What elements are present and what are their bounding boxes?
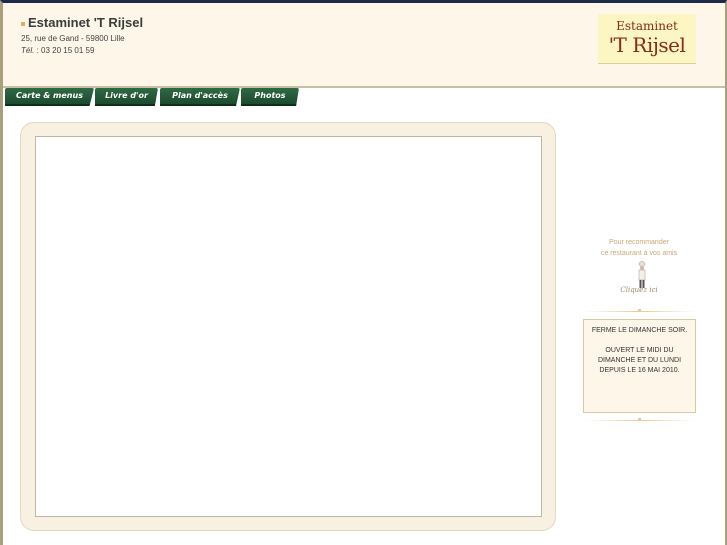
notice-line4: DEPUIS LE 16 MAI 2010.	[599, 367, 680, 374]
divider-bottom-dot	[638, 418, 641, 421]
site-header: Estaminet 'T Rijsel 25, rue de Gand - 59…	[3, 3, 725, 88]
logo-line2: 'T Rijsel	[608, 33, 686, 57]
main-nav: Carte & menus Livre d'or Plan d'accès Ph…	[3, 88, 333, 106]
phone-number: : 03 20 15 01 59	[34, 46, 95, 55]
recommend-line2: ce restaurant à vos amis	[600, 250, 678, 257]
phone-label: Tél.	[21, 46, 35, 55]
title-bullet	[21, 22, 25, 26]
logo[interactable]: Estaminet 'T Rijsel	[598, 14, 696, 64]
tab-livre-dor[interactable]: Livre d'or	[95, 88, 158, 106]
tab-photos[interactable]: Photos	[241, 88, 299, 106]
recommend-line1: Pour recommander	[609, 239, 669, 246]
content-area	[35, 136, 542, 517]
content-frame	[20, 122, 556, 531]
phone-text: Tél. : 03 20 15 01 59	[21, 46, 94, 55]
site-title: Estaminet 'T Rijsel	[28, 15, 144, 30]
click-here-link[interactable]: Cliquez ici	[614, 286, 664, 294]
address-text: 25, rue de Gand - 59800 Lille	[21, 34, 125, 43]
notice-line1: FERME LE DIMANCHE SOIR.	[591, 327, 688, 334]
logo-line1: Estaminet	[616, 19, 678, 33]
notice-line2: OUVERT LE MIDI DU	[605, 347, 674, 354]
tab-plan-acces[interactable]: Plan d'accès	[160, 88, 240, 106]
notice-line3: DIMANCHE ET DU LUNDI	[597, 357, 682, 364]
recommend-link[interactable]: Pour recommander ce restaurant à vos ami…	[583, 237, 695, 259]
tab-carte-menus[interactable]: Carte & menus	[5, 88, 94, 106]
divider-top-dot	[638, 309, 641, 312]
opening-hours-notice: FERME LE DIMANCHE SOIR. OUVERT LE MIDI D…	[583, 319, 696, 413]
